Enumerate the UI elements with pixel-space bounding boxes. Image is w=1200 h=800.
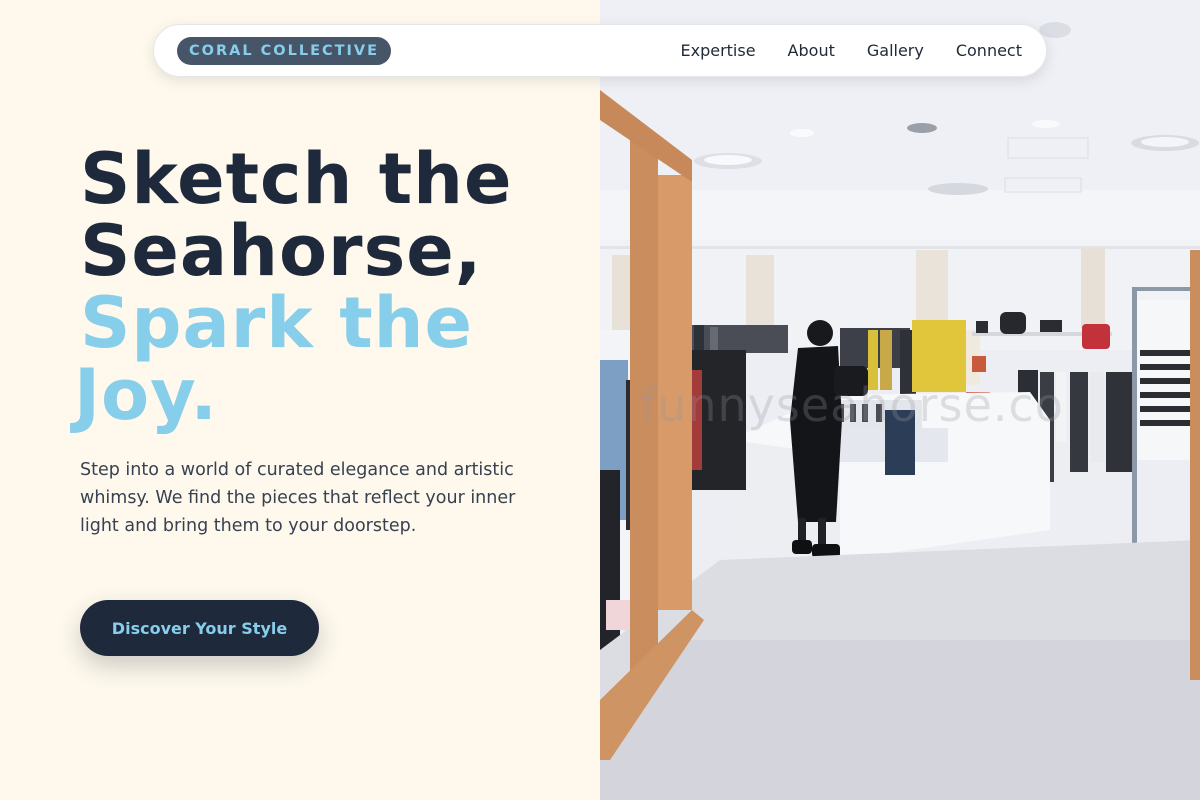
nav-link-about[interactable]: About [788,41,835,60]
nav-link-expertise[interactable]: Expertise [680,41,755,60]
photo-watermark: funnyseahorse.co [640,378,1064,432]
hero-title-line-2: Seahorse, [80,210,483,292]
brand-logo[interactable]: CORAL COLLECTIVE [177,36,392,65]
nav-link-connect[interactable]: Connect [956,41,1022,60]
hero-title: Sketch the Seahorse, Spark the Joy. [74,138,513,431]
hero-title-line-4: Joy. [74,354,218,436]
hero-description: Step into a world of curated elegance an… [80,460,516,536]
hero-title-line-1: Sketch the [80,138,513,220]
nav-links: Expertise About Gallery Connect [680,41,1022,60]
navbar: CORAL COLLECTIVE Expertise About Gallery… [153,24,1047,77]
store-interior-photo: funnyseahorse.co [600,0,1200,800]
nav-link-gallery[interactable]: Gallery [867,41,924,60]
hero-title-line-3: Spark the [80,282,473,364]
discover-style-button[interactable]: Discover Your Style [80,600,319,656]
